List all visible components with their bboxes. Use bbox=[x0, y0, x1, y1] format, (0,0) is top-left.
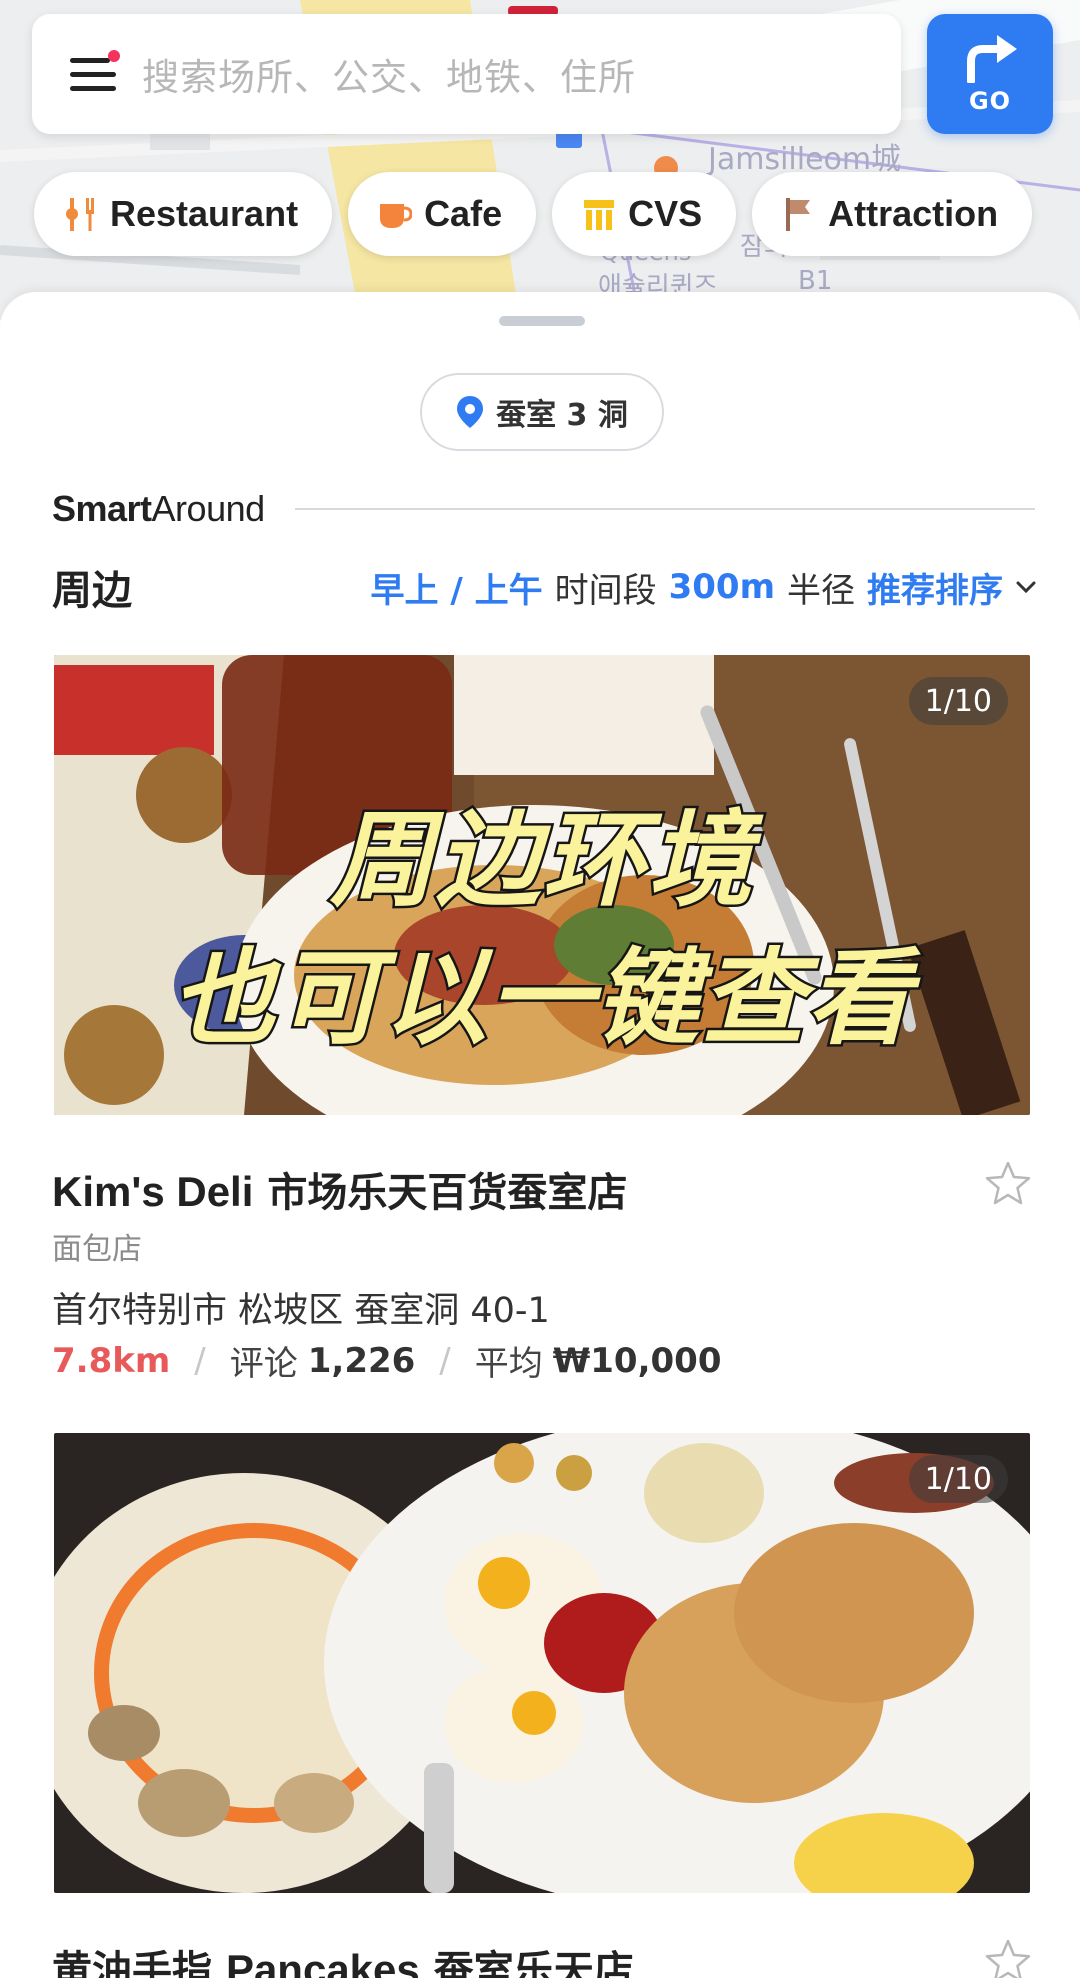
filter-controls: 早上 / 上午 时间段 300m 半径 推荐排序 bbox=[371, 563, 1038, 612]
place-category: 面包店 bbox=[52, 1232, 142, 1267]
place-meta: 7.8km / 评论 1,226 / 平均 ₩10,000 bbox=[52, 1336, 721, 1385]
time-filter-label: 时间段 bbox=[554, 570, 657, 611]
place-name[interactable]: Kim's Deli 市场乐天百货蚕室店 bbox=[52, 1160, 627, 1218]
go-label: GO bbox=[968, 87, 1012, 115]
flag-icon bbox=[786, 198, 811, 231]
filter-row: 周边 早上 / 上午 时间段 300m 半径 推荐排序 bbox=[52, 557, 1037, 617]
separator: / bbox=[194, 1340, 206, 1381]
chip-label: CVS bbox=[628, 193, 703, 234]
place-name-cjk: 蚕室乐天店 bbox=[419, 1948, 634, 1978]
radius-filter[interactable]: 300m bbox=[669, 567, 775, 607]
place-distance: 7.8km bbox=[52, 1340, 171, 1381]
category-chips: Restaurant Cafe CVS Attraction bbox=[34, 172, 1033, 256]
place-photo[interactable]: 1/10 bbox=[54, 1433, 1030, 1893]
chevron-down-icon[interactable] bbox=[1015, 580, 1037, 594]
turn-right-arrow-icon bbox=[967, 35, 1017, 83]
chip-restaurant[interactable]: Restaurant bbox=[34, 172, 333, 256]
location-name: 蚕室 3 洞 bbox=[496, 398, 628, 433]
place-photo[interactable]: 1/10 周边环境 也可以一键查看 bbox=[54, 655, 1030, 1115]
nearby-title: 周边 bbox=[52, 568, 132, 614]
notification-dot bbox=[108, 50, 120, 62]
separator: / bbox=[439, 1340, 451, 1381]
place-name-cjk: 市场乐天百货蚕室店 bbox=[253, 1170, 628, 1216]
place-name-latin: Kim's Deli bbox=[52, 1168, 254, 1215]
place-name-cjk-prefix: 黄油手指 bbox=[52, 1948, 226, 1978]
time-filter[interactable]: 早上 / 上午 bbox=[371, 563, 543, 612]
chip-cafe[interactable]: Cafe bbox=[348, 172, 537, 256]
smart-around-logo: SmartAround bbox=[52, 488, 265, 530]
location-pill[interactable]: 蚕室 3 洞 bbox=[420, 373, 664, 451]
location-pin-icon bbox=[457, 396, 484, 428]
photo-counter: 1/10 bbox=[908, 677, 1008, 725]
favorite-star-icon[interactable] bbox=[985, 1160, 1031, 1206]
chip-cvs[interactable]: CVS bbox=[552, 172, 737, 256]
chip-label: Cafe bbox=[424, 193, 503, 234]
radius-filter-label: 半径 bbox=[787, 570, 855, 611]
favorite-star-icon[interactable] bbox=[985, 1938, 1031, 1978]
smart-around-regular: Around bbox=[151, 488, 266, 529]
photo-counter: 1/10 bbox=[908, 1455, 1008, 1503]
menu-icon[interactable] bbox=[70, 50, 120, 92]
search-bar[interactable]: 搜索场所、公交、地铁、住所 bbox=[32, 14, 901, 134]
chip-label: Attraction bbox=[828, 193, 999, 234]
chip-attraction[interactable]: Attraction bbox=[752, 172, 1033, 256]
place-name-latin: Pancakes bbox=[225, 1946, 420, 1978]
smart-around-bold: Smart bbox=[52, 488, 152, 529]
reviews-count: 1,226 bbox=[307, 1340, 416, 1381]
store-icon bbox=[584, 200, 615, 230]
coffee-cup-icon bbox=[380, 204, 413, 228]
place-address: 首尔特别市 松坡区 蚕室洞 40-1 bbox=[52, 1291, 550, 1331]
promo-overlay-line1: 周边环境 bbox=[327, 797, 754, 924]
promo-overlay-line2: 也可以一键查看 bbox=[168, 935, 913, 1062]
food-photo bbox=[54, 1433, 1030, 1893]
results-sheet: 蚕室 3 洞 SmartAround 周边 早上 / 上午 时间段 300m 半… bbox=[0, 292, 1080, 1978]
go-button[interactable]: GO bbox=[927, 14, 1053, 134]
fork-knife-icon bbox=[66, 198, 94, 231]
place-name[interactable]: 黄油手指 Pancakes 蚕室乐天店 bbox=[52, 1938, 634, 1978]
chip-label: Restaurant bbox=[110, 193, 299, 234]
price-value: ₩10,000 bbox=[552, 1340, 722, 1381]
reviews-label: 评论 bbox=[229, 1344, 298, 1384]
smart-around-header: SmartAround bbox=[52, 485, 1035, 533]
sort-dropdown[interactable]: 推荐排序 bbox=[867, 563, 1003, 612]
divider bbox=[294, 508, 1035, 510]
search-input[interactable]: 搜索场所、公交、地铁、住所 bbox=[142, 47, 636, 101]
drag-handle[interactable] bbox=[499, 316, 585, 326]
price-label: 平均 bbox=[474, 1344, 543, 1384]
